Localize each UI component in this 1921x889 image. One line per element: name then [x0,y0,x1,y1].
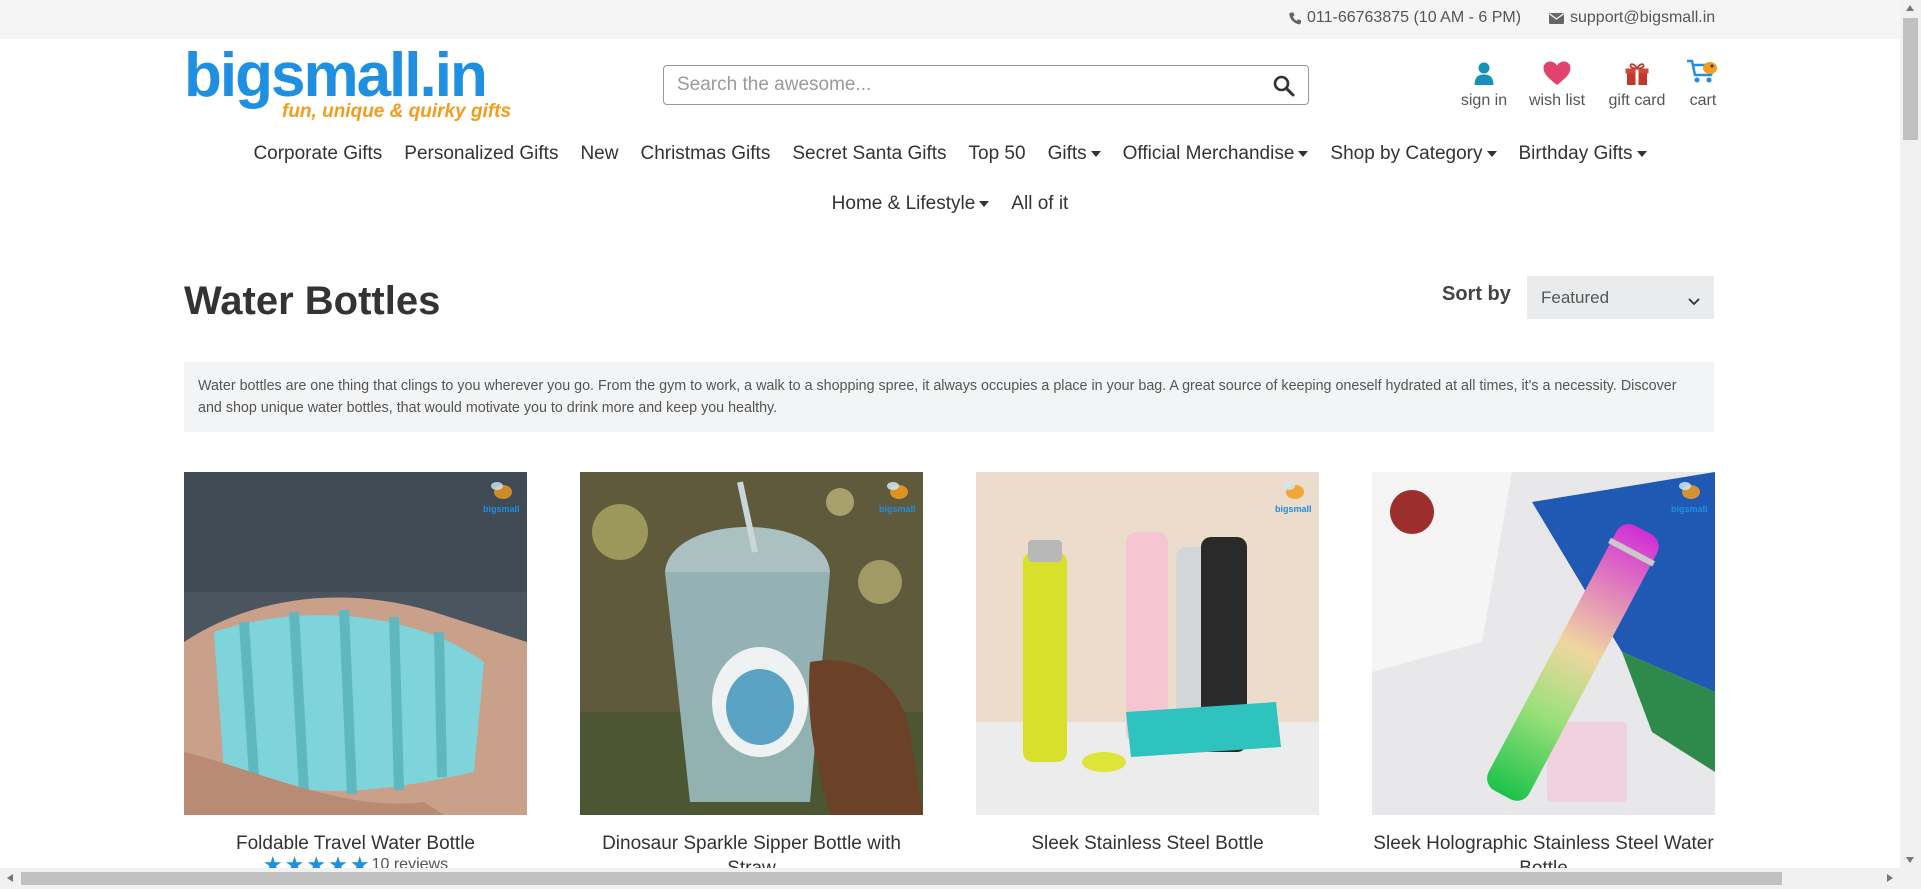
phone-text: 011-66763875 (10 AM - 6 PM) [1307,9,1522,26]
svg-text:bigsmall: bigsmall [1671,504,1707,514]
nav-gifts[interactable]: Gifts [1037,143,1112,165]
nav-label: Personalized Gifts [404,143,559,164]
svg-text:bigsmall: bigsmall [879,504,915,514]
scroll-right-arrow-icon[interactable] [1887,874,1893,882]
nav-christmas-gifts[interactable]: Christmas Gifts [629,143,781,165]
bee-watermark-icon: bigsmall [479,478,520,518]
product-card: bigsmall Sleek Holographic Stainless Ste… [1372,472,1715,881]
heart-icon [1529,58,1585,86]
nav-new[interactable]: New [569,143,629,165]
product-card: bigsmall Dinosaur Sparkle Sipper Bottle … [580,472,923,881]
phone-icon [1289,12,1301,25]
product-card: bigsmall Foldable Travel Water Bottle ★ … [184,472,527,876]
product-image[interactable]: bigsmall [976,472,1319,815]
nav-label: Home & Lifestyle [831,193,976,214]
nav-label: Gifts [1047,143,1087,164]
sign-in-link[interactable]: sign in [1455,58,1513,110]
category-description: Water bottles are one thing that clings … [184,362,1714,432]
user-icon [1455,58,1513,86]
nav-label: All of it [1011,193,1069,214]
gift-icon [1606,58,1668,86]
product-card: bigsmall Sleek Stainless Steel Bottle [976,472,1319,856]
vertical-scrollbar[interactable] [1900,0,1921,868]
nav-label: New [580,143,619,164]
page-title: Water Bottles [184,279,441,323]
search-bar [663,65,1309,105]
search-input[interactable] [664,66,1244,104]
nav-corporate-gifts[interactable]: Corporate Gifts [242,143,393,165]
caret-down-icon [1090,151,1101,157]
cart-label: cart [1689,92,1717,109]
scroll-down-arrow-icon[interactable] [1906,857,1914,863]
nav-personalized-gifts[interactable]: Personalized Gifts [393,143,569,165]
bee-watermark-icon: bigsmall [1271,478,1312,518]
search-icon[interactable] [1272,74,1296,98]
nav-label: Shop by Category [1330,143,1483,164]
nav-label: Secret Santa Gifts [792,143,947,164]
nav-shop-by-category[interactable]: Shop by Category [1319,143,1507,165]
sort-select[interactable]: Featured [1527,276,1714,319]
wish-list-link[interactable]: wish list [1529,58,1585,110]
main-nav-row-2: Home & Lifestyle All of it [0,193,1900,215]
nav-secret-santa-gifts[interactable]: Secret Santa Gifts [781,143,957,165]
product-image[interactable]: bigsmall [1372,472,1715,815]
product-image[interactable]: bigsmall [184,472,527,815]
nav-birthday-gifts[interactable]: Birthday Gifts [1508,143,1658,165]
nav-home-lifestyle[interactable]: Home & Lifestyle [821,193,1001,215]
nav-label: Birthday Gifts [1518,143,1633,164]
main-nav-row-1: Corporate Gifts Personalized Gifts New C… [0,143,1900,165]
gift-card-label: gift card [1608,92,1666,109]
bee-watermark-icon: bigsmall [1667,478,1708,518]
scrollbar-thumb[interactable] [1903,18,1918,140]
nav-label: Corporate Gifts [253,143,383,164]
nav-label: Official Merchandise [1122,143,1295,164]
horizontal-scrollbar[interactable] [0,868,1921,889]
caret-down-icon [1636,151,1647,157]
nav-label: Top 50 [968,143,1026,164]
gift-card-link[interactable]: gift card [1606,58,1668,110]
caret-down-icon [1298,151,1309,157]
sign-in-label: sign in [1460,92,1508,109]
sort-selected-value: Featured [1541,287,1610,307]
svg-text:bigsmall: bigsmall [1275,504,1311,514]
nav-top-50[interactable]: Top 50 [958,143,1037,165]
wish-list-label: wish list [1529,92,1586,109]
phone-contact[interactable]: 011-66763875 (10 AM - 6 PM) [1289,9,1521,27]
scroll-left-arrow-icon[interactable] [7,874,13,882]
svg-text:bigsmall: bigsmall [483,504,519,514]
bee-watermark-icon: bigsmall [875,478,916,518]
envelope-icon [1549,12,1564,24]
scrollbar-thumb[interactable] [21,872,1782,885]
logo-tagline: fun, unique & quirky gifts [282,101,512,122]
sort-label: Sort by [1442,283,1511,305]
scroll-up-arrow-icon[interactable] [1906,5,1914,11]
cart-link[interactable]: cart [1684,58,1722,110]
logo-brand-text: bigsmall.in [184,41,488,110]
nav-all-of-it[interactable]: All of it [1000,193,1079,215]
chevron-down-icon [1688,291,1700,311]
nav-label: Christmas Gifts [640,143,771,164]
site-logo[interactable]: bigsmall.in fun, unique & quirky gifts [184,41,511,125]
product-name[interactable]: Sleek Stainless Steel Bottle [976,831,1319,856]
top-contact-bar: 011-66763875 (10 AM - 6 PM) support@bigs… [0,0,1900,39]
cart-icon [1684,58,1722,86]
email-text: support@bigsmall.in [1570,9,1716,26]
caret-down-icon [979,201,990,207]
nav-official-merchandise[interactable]: Official Merchandise [1112,143,1320,165]
caret-down-icon [1486,151,1497,157]
email-contact[interactable]: support@bigsmall.in [1549,9,1715,27]
product-image[interactable]: bigsmall [580,472,923,815]
